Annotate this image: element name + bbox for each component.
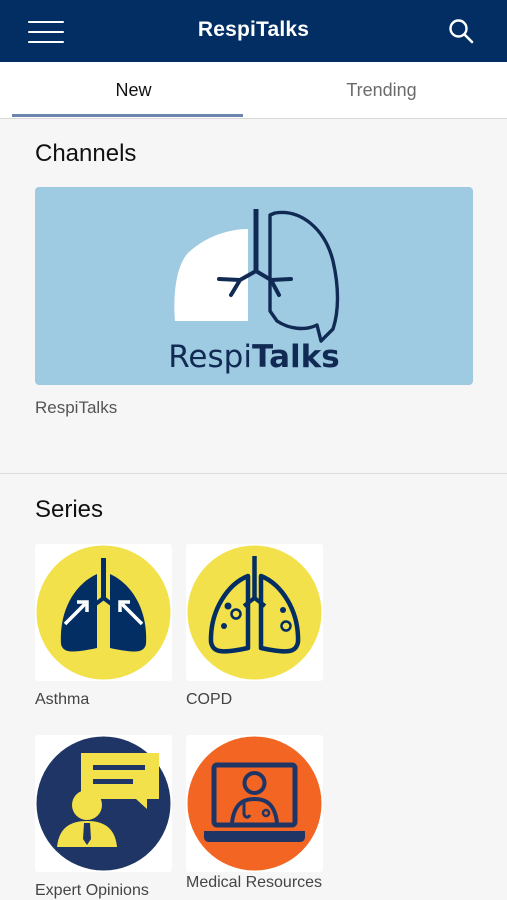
expert-speech-icon: [36, 736, 171, 871]
section-divider: [0, 473, 507, 474]
channel-card-respitalks[interactable]: RespiTalks: [35, 187, 473, 385]
series-tile-medical-resources[interactable]: [186, 735, 323, 872]
channels-heading: Channels: [35, 140, 137, 167]
series-tile-copd[interactable]: [186, 544, 323, 681]
series-label-asthma: Asthma: [35, 691, 90, 708]
logo-text-talks: Talks: [252, 339, 340, 375]
logo-text-respi: Respi: [168, 339, 252, 375]
series-label-medical-resources: Medical Resources: [186, 874, 323, 891]
series-tile-expert-opinions[interactable]: [35, 735, 172, 872]
series-heading: Series: [35, 496, 104, 523]
app-header: RespiTalks: [0, 0, 507, 62]
channel-name: RespiTalks: [35, 398, 118, 417]
app-title: RespiTalks: [197, 18, 310, 41]
active-tab-indicator: [12, 114, 243, 117]
series-label-expert-opinions: Expert Opinions: [35, 882, 149, 899]
asthma-lungs-icon: [36, 545, 171, 680]
series-label-copd: COPD: [186, 691, 233, 708]
tab-trending[interactable]: Trending: [260, 62, 503, 118]
series-tile-asthma[interactable]: [35, 544, 172, 681]
copd-lungs-icon: [187, 545, 322, 680]
doctor-screen-icon: [187, 736, 322, 871]
search-icon[interactable]: [448, 18, 474, 44]
svg-text:RespiTalks: RespiTalks: [168, 339, 339, 375]
respitalks-logo: RespiTalks: [168, 209, 340, 375]
tab-new[interactable]: New: [12, 62, 255, 118]
tab-bar: New Trending: [0, 62, 507, 119]
